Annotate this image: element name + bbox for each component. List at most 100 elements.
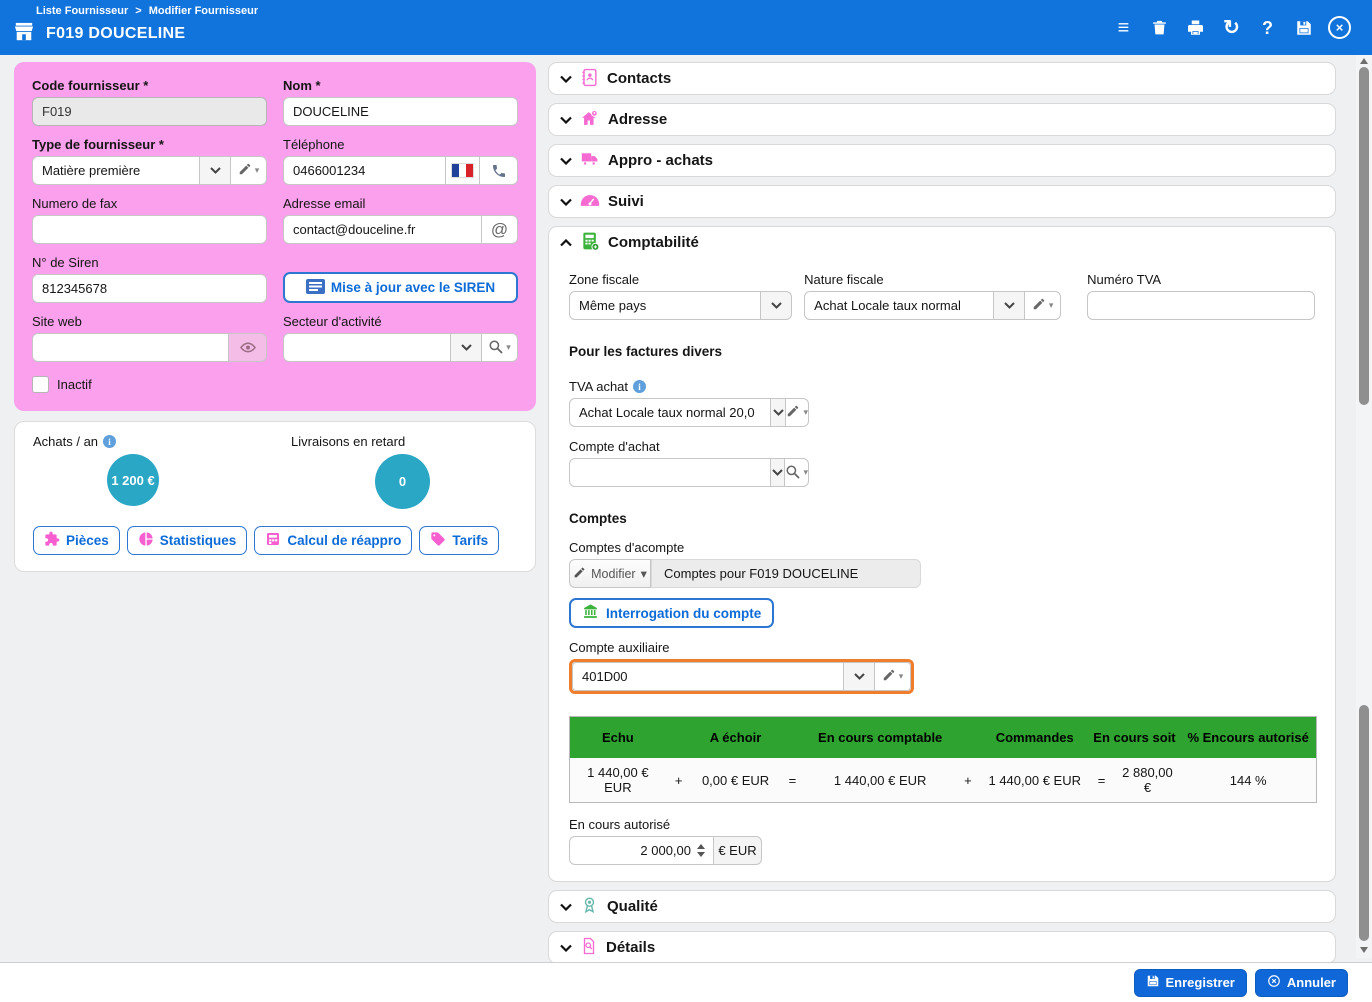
- email-field[interactable]: contact@douceline.fr: [283, 215, 482, 244]
- section-title: Qualité: [607, 898, 658, 915]
- chevron-down-icon[interactable]: [994, 291, 1025, 320]
- section-details-header[interactable]: Détails: [549, 932, 1335, 963]
- caret-down-icon: ▾: [899, 671, 904, 682]
- email-label: Adresse email: [283, 196, 518, 211]
- siren-update-button[interactable]: Mise à jour avec le SIREN: [283, 272, 518, 303]
- compte-achat-search-split-button[interactable]: ▾: [785, 458, 809, 487]
- print-icon[interactable]: [1183, 15, 1208, 40]
- nom-field[interactable]: DOUCELINE: [283, 97, 518, 126]
- compte-auxiliaire-highlight: 401D00 ▾: [569, 659, 914, 694]
- section-suivi-header[interactable]: Suivi: [549, 186, 1335, 217]
- vertical-scrollbar[interactable]: [1356, 55, 1372, 958]
- telephone-field[interactable]: 0466001234: [283, 156, 446, 185]
- statistiques-button[interactable]: Statistiques: [127, 526, 248, 555]
- code-fournisseur-label: Code fournisseur *: [32, 78, 267, 93]
- type-fournisseur-label: Type de fournisseur *: [32, 137, 267, 152]
- pencil-icon: [573, 566, 586, 582]
- section-qualite-header[interactable]: Qualité: [549, 891, 1335, 922]
- bank-icon: [582, 603, 599, 623]
- tarifs-button[interactable]: Tarifs: [419, 526, 499, 555]
- interrogation-compte-button[interactable]: Interrogation du compte: [569, 598, 774, 628]
- scroll-up-arrow[interactable]: [1360, 58, 1368, 64]
- fax-field[interactable]: [32, 215, 267, 244]
- help-icon[interactable]: ?: [1255, 15, 1280, 40]
- sync-icon[interactable]: ↻: [1219, 15, 1244, 40]
- edit-nature-split-button[interactable]: ▾: [1025, 291, 1061, 320]
- tva-achat-select[interactable]: Achat Locale taux normal 20,0: [569, 398, 771, 427]
- telephone-label: Téléphone: [283, 137, 518, 152]
- gauge-icon: [580, 193, 600, 211]
- secteur-label: Secteur d'activité: [283, 314, 518, 329]
- info-icon[interactable]: i: [103, 435, 116, 448]
- inactif-checkbox[interactable]: [32, 376, 49, 393]
- en-cours-autorise-field[interactable]: 2 000,00: [569, 836, 714, 865]
- chevron-down-icon[interactable]: [844, 662, 875, 691]
- scrollbar-thumb[interactable]: [1359, 705, 1369, 941]
- cancel-button[interactable]: Annuler: [1255, 969, 1348, 997]
- pencil-icon: [882, 668, 896, 685]
- section-contacts-header[interactable]: Contacts: [549, 63, 1335, 94]
- chevron-down-icon: [560, 940, 572, 955]
- insee-icon: [306, 279, 325, 297]
- supplier-stats-panel: Achats / an i 1 200 € Livraisons en reta…: [14, 421, 536, 572]
- numero-tva-field[interactable]: [1087, 291, 1315, 320]
- secteur-select[interactable]: [283, 333, 451, 362]
- section-adresse-header[interactable]: Adresse: [549, 104, 1335, 135]
- chevron-down-icon[interactable]: [200, 156, 231, 185]
- breadcrumb-item-current: Modifier Fournisseur: [149, 5, 258, 17]
- secteur-search-split-button[interactable]: ▾: [482, 333, 518, 362]
- nature-fiscale-select[interactable]: Achat Locale taux normal: [804, 291, 994, 320]
- section-title: Adresse: [608, 111, 667, 128]
- currency-unit-button[interactable]: € EUR: [714, 836, 762, 865]
- modifier-dropdown-button[interactable]: Modifier ▾: [569, 559, 651, 588]
- calcul-reappro-button[interactable]: Calcul de réappro: [254, 526, 412, 555]
- phone-icon[interactable]: [480, 156, 518, 185]
- caret-down-icon: ▾: [1049, 300, 1054, 311]
- site-web-field[interactable]: [32, 333, 229, 362]
- breadcrumb-item[interactable]: Liste Fournisseur: [36, 5, 128, 17]
- chevron-up-icon: [560, 235, 572, 250]
- chevron-down-icon[interactable]: [451, 333, 482, 362]
- zone-fiscale-label: Zone fiscale: [569, 272, 792, 287]
- type-fournisseur-select[interactable]: Matière première: [32, 156, 200, 185]
- section-comptabilite-header[interactable]: Comptabilité: [549, 227, 1335, 258]
- pencil-icon: [238, 162, 252, 179]
- edit-type-split-button[interactable]: ▾: [231, 156, 267, 185]
- edit-tva-achat-split-button[interactable]: ▾: [786, 398, 809, 427]
- livraisons-retard-badge: 0: [375, 454, 430, 509]
- scroll-down-arrow[interactable]: [1360, 947, 1368, 953]
- pieces-button[interactable]: Pièces: [33, 526, 120, 555]
- save-button[interactable]: Enregistrer: [1134, 969, 1247, 997]
- zone-fiscale-select[interactable]: Même pays: [569, 291, 761, 320]
- compte-auxiliaire-select[interactable]: 401D00: [572, 662, 844, 691]
- inactif-label: Inactif: [57, 377, 92, 392]
- siren-field[interactable]: 812345678: [32, 274, 267, 303]
- save-icon[interactable]: [1291, 15, 1316, 40]
- achats-an-label: Achats / an: [33, 434, 98, 449]
- nom-label: Nom *: [283, 78, 518, 93]
- chevron-down-icon: [560, 153, 572, 168]
- chevron-down-icon[interactable]: [761, 291, 792, 320]
- chevron-down-icon[interactable]: [771, 398, 786, 427]
- supplier-identity-panel: Code fournisseur * F019 Nom * DOUCELINE …: [14, 62, 536, 411]
- col-en-cours-comptable: En cours comptable: [805, 717, 955, 758]
- section-details: Détails: [548, 931, 1336, 964]
- number-stepper[interactable]: [691, 844, 711, 857]
- at-icon[interactable]: @: [482, 215, 518, 244]
- col-pct-encours-autorise: % Encours autorisé: [1180, 717, 1316, 758]
- eye-icon[interactable]: [229, 333, 267, 362]
- pencil-icon: [1032, 297, 1046, 314]
- section-appro-achats-header[interactable]: Appro - achats: [549, 145, 1335, 176]
- scrollbar-thumb[interactable]: [1359, 67, 1369, 405]
- col-echu: Echu: [570, 717, 666, 758]
- compte-achat-select[interactable]: [569, 458, 771, 487]
- edit-compte-auxiliaire-split-button[interactable]: ▾: [875, 662, 911, 691]
- comptabilite-content: Zone fiscale Même pays Nature fiscale Ac…: [549, 270, 1335, 881]
- chevron-down-icon[interactable]: [771, 458, 785, 487]
- en-cours-soit-value: 2 880,00 €: [1115, 758, 1181, 802]
- chevron-down-icon: [560, 899, 572, 914]
- menu-icon[interactable]: ≡: [1111, 15, 1136, 40]
- info-icon[interactable]: i: [633, 380, 646, 393]
- trash-icon[interactable]: [1147, 15, 1172, 40]
- close-icon[interactable]: ×: [1327, 15, 1352, 40]
